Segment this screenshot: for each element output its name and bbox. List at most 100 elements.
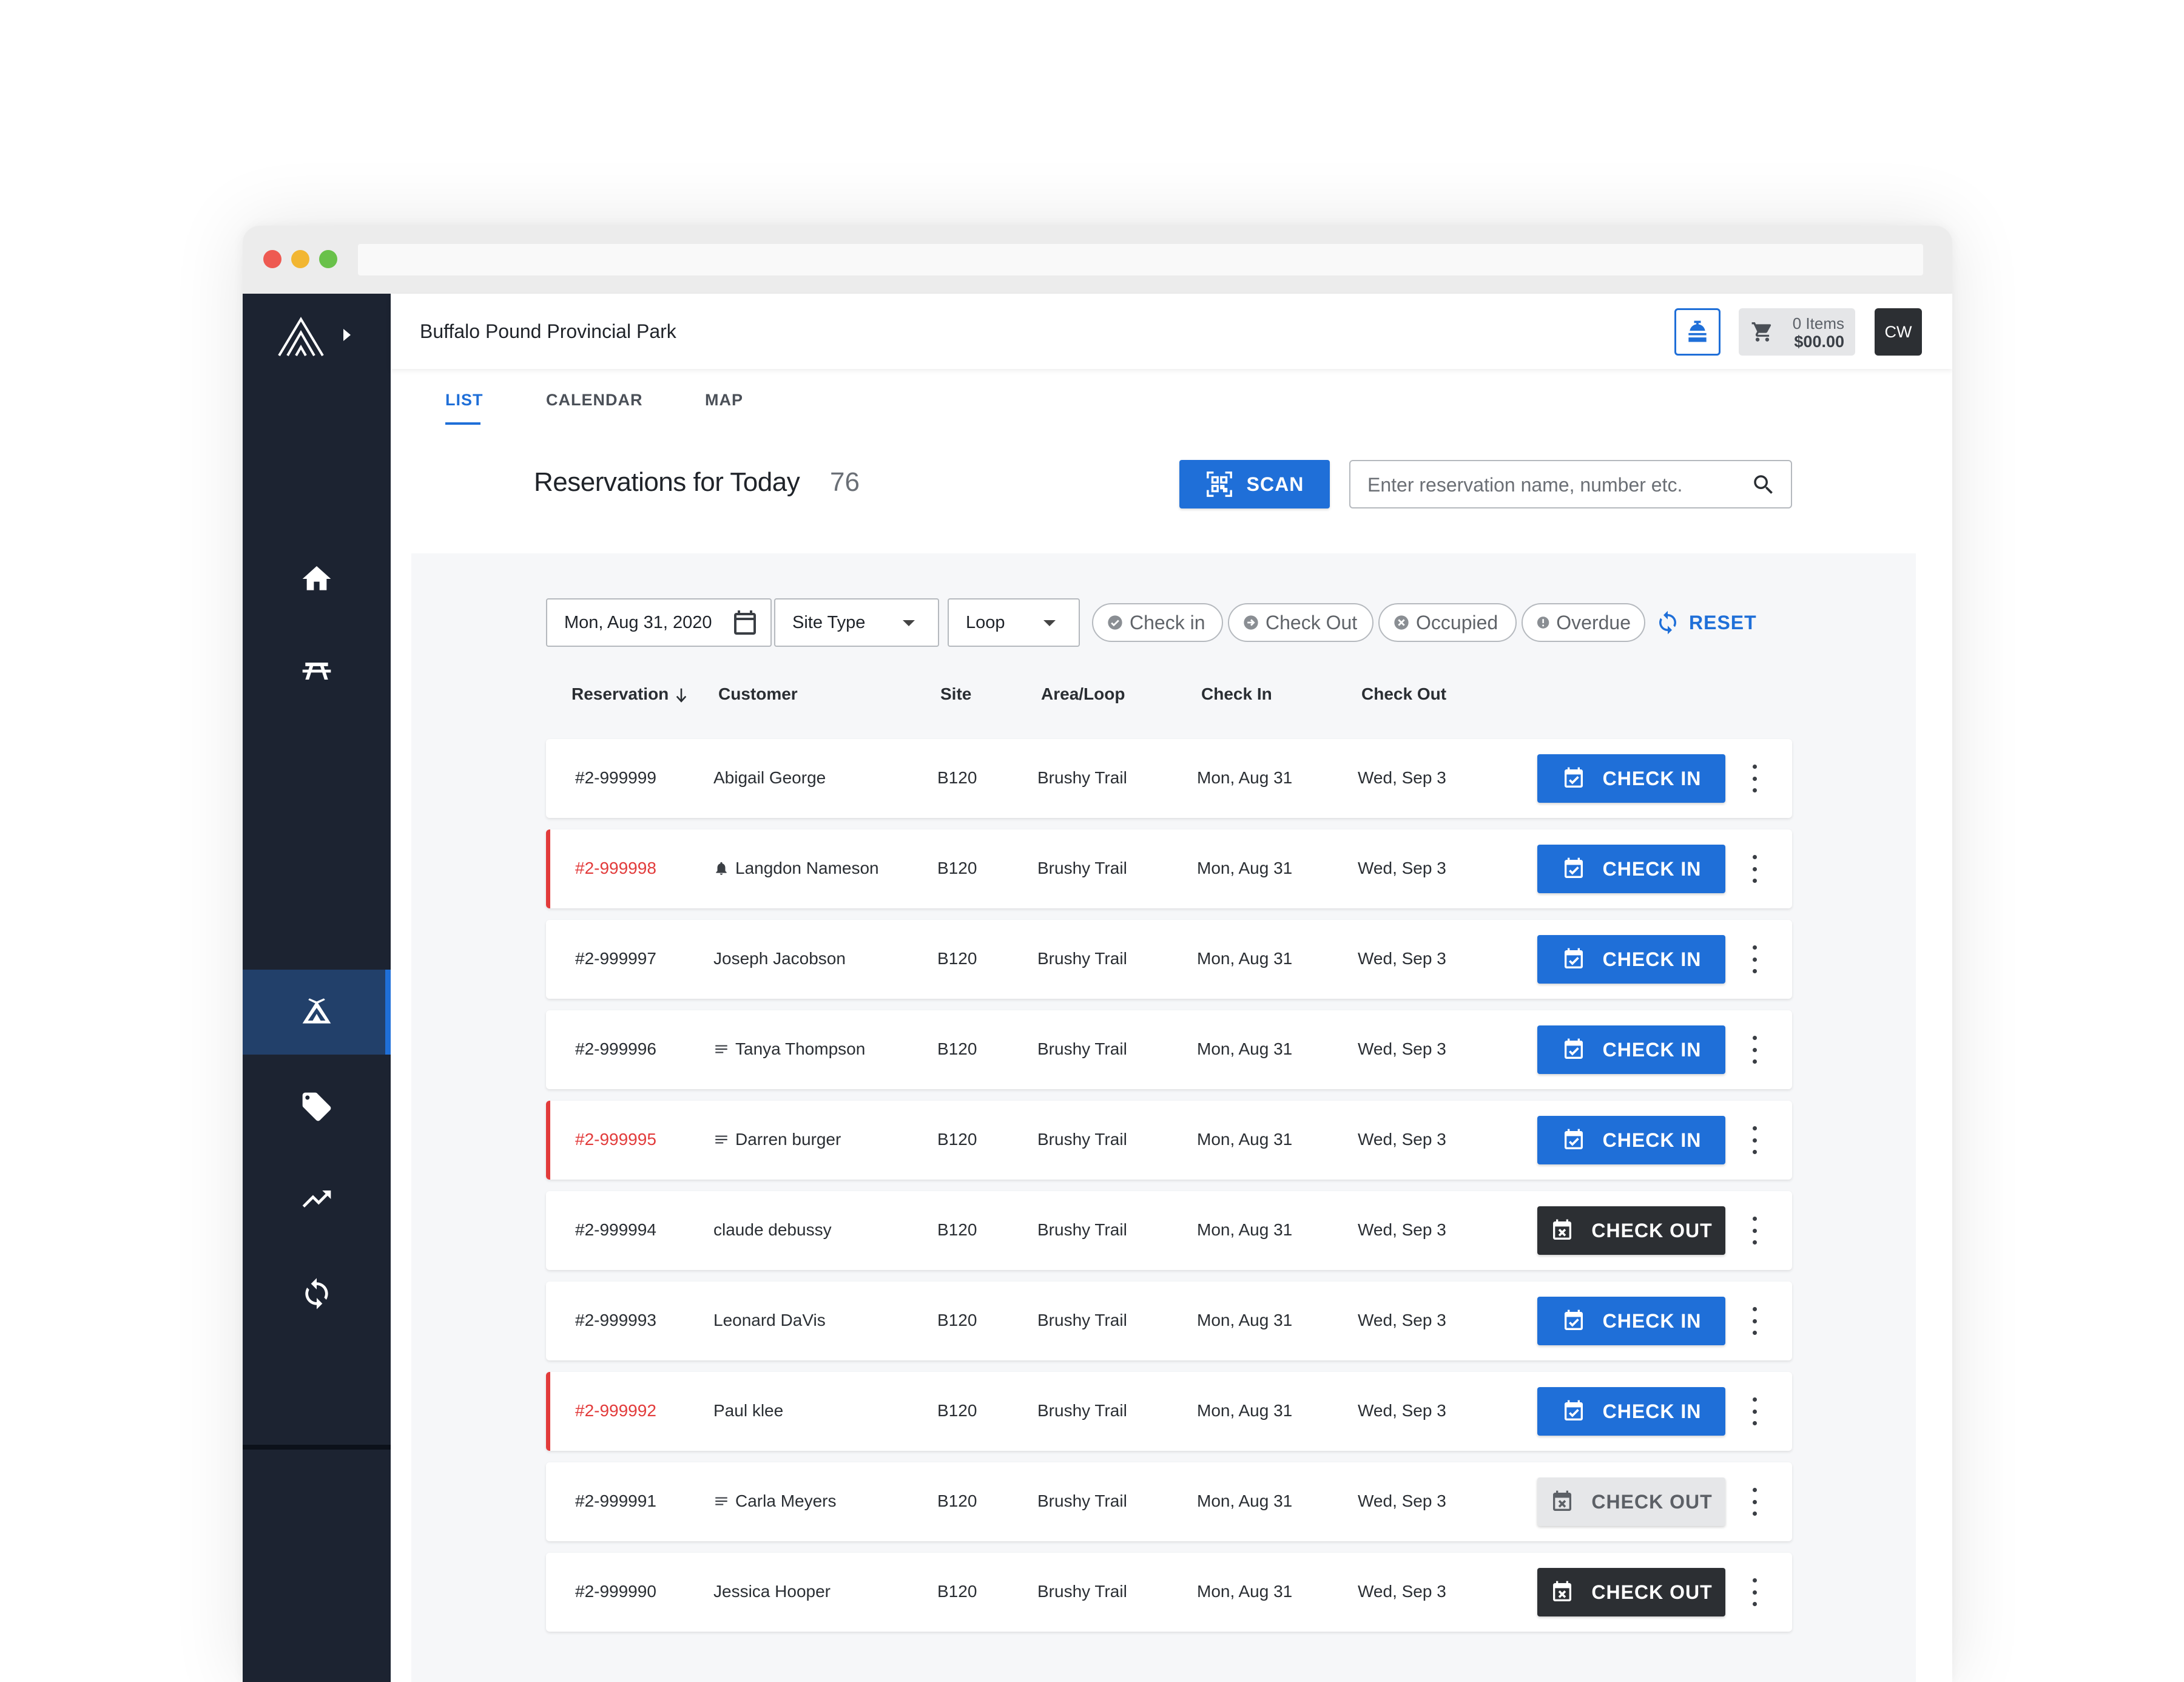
- more-options-icon[interactable]: [1747, 945, 1762, 973]
- more-options-icon[interactable]: [1747, 1488, 1762, 1516]
- table-row[interactable]: #2-999993 Leonard DaVis B120 Brushy Trail Mo…: [546, 1282, 1792, 1360]
- sidebar-item-home[interactable]: [243, 536, 391, 621]
- check-in-date: Mon, Aug 31: [1197, 1220, 1293, 1239]
- table-row[interactable]: #2-999999 Abigail George B120 Brushy Trail M…: [546, 739, 1792, 818]
- calendar-check-icon: [1564, 1400, 1583, 1420]
- reservation-number[interactable]: #2-999997: [575, 949, 656, 968]
- column-header-reservation[interactable]: Reservation: [571, 684, 688, 704]
- customer-cell: Darren burger: [713, 1130, 841, 1149]
- tab-list[interactable]: LIST: [445, 391, 484, 410]
- scan-button[interactable]: SCAN: [1179, 460, 1330, 508]
- reservation-number[interactable]: #2-999992: [575, 1401, 656, 1420]
- reservation-number[interactable]: #2-999990: [575, 1582, 656, 1601]
- site-cell: B120: [937, 1401, 977, 1420]
- table-row[interactable]: #2-999994 claude debussy B120 Brushy Trail M…: [546, 1191, 1792, 1270]
- sidebar-item-reservations[interactable]: [243, 970, 391, 1055]
- check-in-button[interactable]: CHECK IN: [1537, 1116, 1725, 1164]
- more-options-icon[interactable]: [1747, 1397, 1762, 1425]
- user-avatar[interactable]: CW: [1875, 308, 1922, 356]
- minimize-window-button[interactable]: [291, 250, 309, 268]
- qr-scan-icon: [1206, 471, 1232, 497]
- check-out-date: Wed, Sep 3: [1358, 1491, 1446, 1510]
- loop-select[interactable]: Loop: [948, 598, 1080, 647]
- app-logo-icon[interactable]: [277, 316, 325, 359]
- reservation-number[interactable]: #2-999998: [575, 859, 656, 878]
- check-out-button[interactable]: CHECK OUT: [1537, 1206, 1725, 1255]
- reservation-number[interactable]: #2-999994: [575, 1220, 656, 1240]
- search-input[interactable]: [1367, 472, 1731, 498]
- check-out-button[interactable]: CHECK OUT: [1537, 1478, 1725, 1526]
- sidebar-item-pricing[interactable]: [243, 1064, 391, 1149]
- table-row[interactable]: #2-999991 Carla Meyers B120 Brushy Trail Mon…: [546, 1462, 1792, 1541]
- sidebar-item-sites[interactable]: [243, 629, 391, 714]
- close-window-button[interactable]: [263, 250, 281, 268]
- date-filter[interactable]: Mon, Aug 31, 2020: [546, 598, 772, 647]
- table-row[interactable]: #2-999990 Jessica Hooper B120 Brushy Trail M…: [546, 1553, 1792, 1632]
- front-desk-button[interactable]: [1674, 308, 1721, 356]
- sidebar-item-reports[interactable]: [243, 1157, 391, 1241]
- check-out-button[interactable]: CHECK OUT: [1537, 1568, 1725, 1616]
- reset-button[interactable]: RESET: [1655, 607, 1757, 638]
- check-in-button[interactable]: CHECK IN: [1537, 935, 1725, 984]
- more-options-icon[interactable]: [1747, 1578, 1762, 1606]
- calendar-icon[interactable]: [730, 609, 760, 638]
- table-row[interactable]: #2-999995 Darren burger B120 Brushy Trail Mo…: [546, 1101, 1792, 1180]
- table-row[interactable]: #2-999992 Paul klee B120 Brushy Trail Mon, A…: [546, 1372, 1792, 1451]
- area-cell: Brushy Trail: [1037, 1220, 1127, 1239]
- reservation-number[interactable]: #2-999991: [575, 1491, 656, 1511]
- tab-map[interactable]: MAP: [705, 391, 743, 410]
- customer-cell: Joseph Jacobson: [713, 949, 846, 968]
- chip-check-in[interactable]: Check in: [1092, 603, 1223, 642]
- active-tab-indicator: [445, 422, 480, 425]
- bell-icon: [716, 862, 727, 875]
- check-in-button[interactable]: CHECK IN: [1537, 845, 1725, 893]
- address-bar[interactable]: [358, 244, 1923, 275]
- site-cell: B120: [937, 1220, 977, 1239]
- site-type-select[interactable]: Site Type: [774, 598, 939, 647]
- more-options-icon[interactable]: [1747, 1217, 1762, 1245]
- customer-name: Leonard DaVis: [713, 1311, 826, 1329]
- reservation-number[interactable]: #2-999993: [575, 1311, 656, 1330]
- tab-calendar[interactable]: CALENDAR: [546, 391, 643, 410]
- column-header-area[interactable]: Area/Loop: [1041, 684, 1125, 704]
- check-in-button[interactable]: CHECK IN: [1537, 754, 1725, 803]
- column-header-site[interactable]: Site: [940, 684, 971, 704]
- check-out-date: Wed, Sep 3: [1358, 949, 1446, 968]
- check-out-date: Wed, Sep 3: [1358, 1401, 1446, 1420]
- check-in-button[interactable]: CHECK IN: [1537, 1025, 1725, 1074]
- reservation-number[interactable]: #2-999999: [575, 768, 656, 788]
- calendar-check-icon: [1564, 948, 1583, 968]
- chip-overdue[interactable]: Overdue: [1522, 603, 1645, 642]
- column-header-check-in[interactable]: Check In: [1201, 684, 1272, 704]
- column-header-customer[interactable]: Customer: [718, 684, 798, 704]
- table-row[interactable]: #2-999998 Langdon Nameson B120 Brushy Trail…: [546, 829, 1792, 908]
- check-in-date: Mon, Aug 31: [1197, 1401, 1293, 1420]
- column-header-check-out[interactable]: Check Out: [1361, 684, 1446, 704]
- maximize-window-button[interactable]: [319, 250, 337, 268]
- site-cell: B120: [937, 949, 977, 968]
- reservation-number[interactable]: #2-999996: [575, 1039, 656, 1059]
- reservation-number[interactable]: #2-999995: [575, 1130, 656, 1149]
- cart-button[interactable]: 0 Items $00.00: [1739, 308, 1855, 356]
- check-in-button[interactable]: CHECK IN: [1537, 1297, 1725, 1345]
- more-options-icon[interactable]: [1747, 1036, 1762, 1064]
- check-in-button[interactable]: CHECK IN: [1537, 1387, 1725, 1436]
- chip-check-out[interactable]: Check Out: [1228, 603, 1373, 642]
- area-cell: Brushy Trail: [1037, 1130, 1127, 1149]
- table-row[interactable]: #2-999997 Joseph Jacobson B120 Brushy Trail…: [546, 920, 1792, 999]
- search-icon[interactable]: [1751, 472, 1776, 498]
- area-cell: Brushy Trail: [1037, 1039, 1127, 1058]
- chip-occupied[interactable]: Occupied: [1378, 603, 1517, 642]
- expand-sidebar-icon[interactable]: [343, 329, 351, 341]
- chip-label: Overdue: [1556, 611, 1631, 633]
- browser-chrome: [243, 226, 1952, 294]
- more-options-icon[interactable]: [1747, 765, 1762, 792]
- more-options-icon[interactable]: [1747, 1307, 1762, 1335]
- more-options-icon[interactable]: [1747, 855, 1762, 883]
- table-row[interactable]: #2-999996 Tanya Thompson B120 Brushy Trail M…: [546, 1010, 1792, 1089]
- area-cell: Brushy Trail: [1037, 1311, 1127, 1329]
- reset-label: RESET: [1689, 611, 1757, 633]
- check-in-date: Mon, Aug 31: [1197, 1039, 1293, 1058]
- sidebar-item-sync[interactable]: [243, 1251, 391, 1336]
- more-options-icon[interactable]: [1747, 1126, 1762, 1154]
